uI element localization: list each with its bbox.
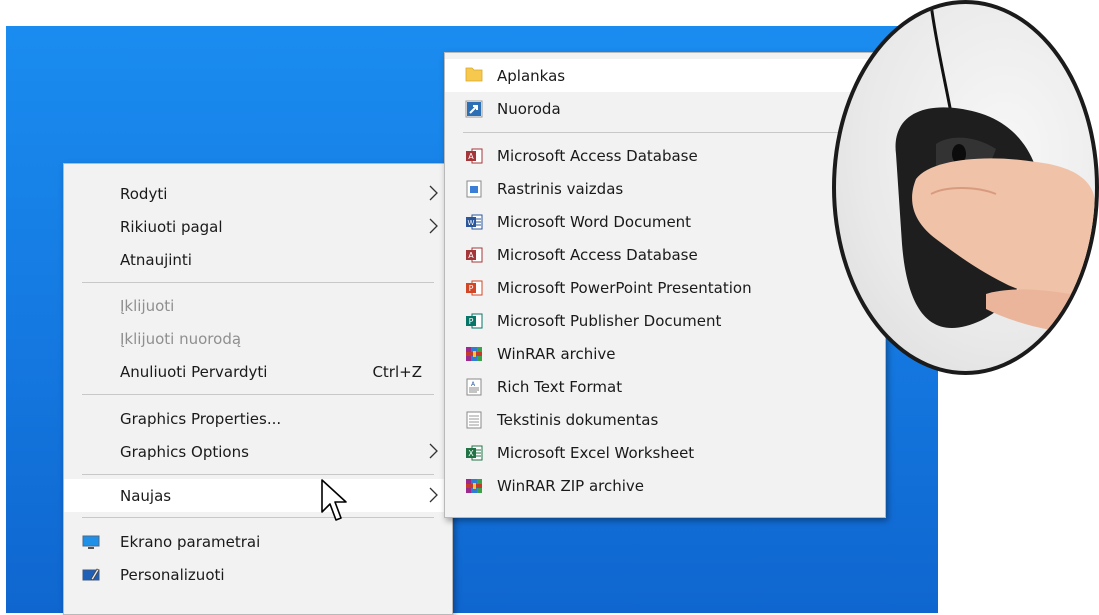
submenu-item-label: WinRAR ZIP archive (497, 477, 645, 495)
menu-item-label: Anuliuoti Pervardyti (120, 363, 268, 381)
menu-item-label: Įklijuoti nuorodą (120, 330, 242, 348)
desktop-context-menu: Rodyti Rikiuoti pagal Atnaujinti Įklijuo… (63, 163, 453, 615)
submenu-item-label: WinRAR archive (497, 345, 616, 363)
submenu-item-label: Rastrinis vaizdas (497, 180, 624, 198)
svg-text:P: P (469, 284, 474, 293)
rtf-icon: A (466, 378, 482, 396)
chevron-right-icon (429, 218, 438, 234)
submenu-item-label: Microsoft Access Database (497, 246, 698, 264)
submenu-item-access-database-2[interactable]: A Microsoft Access Database (445, 238, 885, 271)
menu-item-label: Atnaujinti (120, 251, 192, 269)
menu-item-iklijuoti-nuoroda: Įklijuoti nuorodą (64, 322, 452, 355)
mouse-cursor-icon (321, 479, 347, 521)
hand-on-mouse-photo (832, 0, 1099, 375)
submenu-item-label: Microsoft Publisher Document (497, 312, 722, 330)
word-icon: W (466, 214, 483, 230)
new-submenu: Aplankas Nuoroda A Microsoft Access Data… (444, 52, 886, 518)
submenu-item-label: Rich Text Format (497, 378, 623, 396)
submenu-item-label: Aplankas (497, 67, 566, 85)
menu-item-label: Graphics Properties... (120, 410, 282, 428)
menu-item-ekrano-parametrai[interactable]: Ekrano parametrai (64, 525, 452, 558)
submenu-item-access-database[interactable]: A Microsoft Access Database (445, 139, 885, 172)
hand-mouse-illustration (895, 4, 1095, 334)
submenu-item-excel-worksheet[interactable]: X Microsoft Excel Worksheet (445, 436, 885, 469)
menu-separator (82, 282, 434, 283)
menu-item-graphics-properties[interactable]: Graphics Properties... (64, 402, 452, 435)
submenu-item-winrar-archive[interactable]: WinRAR archive (445, 337, 885, 370)
winrar-icon (466, 347, 482, 361)
publisher-icon: P (466, 313, 483, 329)
display-icon (82, 535, 100, 549)
menu-separator (82, 474, 434, 475)
menu-item-naujas[interactable]: Naujas (64, 479, 452, 512)
shortcut-icon (465, 100, 483, 118)
menu-item-graphics-options[interactable]: Graphics Options (64, 435, 452, 468)
submenu-item-tekstinis-dokumentas[interactable]: Tekstinis dokumentas (445, 403, 885, 436)
svg-text:A: A (468, 251, 474, 260)
menu-item-shortcut: Ctrl+Z (372, 363, 422, 381)
menu-item-label: Rodyti (120, 185, 168, 203)
submenu-item-label: Microsoft PowerPoint Presentation (497, 279, 752, 297)
svg-text:X: X (468, 449, 474, 458)
submenu-item-word-document[interactable]: W Microsoft Word Document (445, 205, 885, 238)
menu-item-personalizuoti[interactable]: Personalizuoti (64, 558, 452, 591)
submenu-item-aplankas[interactable]: Aplankas (445, 59, 885, 92)
folder-icon (465, 67, 483, 82)
submenu-item-label: Microsoft Excel Worksheet (497, 444, 695, 462)
svg-text:W: W (468, 219, 475, 227)
menu-item-atnaujinti[interactable]: Atnaujinti (64, 243, 452, 276)
menu-item-label: Graphics Options (120, 443, 249, 461)
submenu-item-publisher-document[interactable]: P Microsoft Publisher Document (445, 304, 885, 337)
winrar-zip-icon (466, 479, 482, 493)
access-icon: A (466, 247, 483, 263)
menu-item-rikiuoti-pagal[interactable]: Rikiuoti pagal (64, 210, 452, 243)
menu-item-label: Įklijuoti (120, 297, 175, 315)
submenu-item-rich-text-format[interactable]: A Rich Text Format (445, 370, 885, 403)
submenu-item-label: Nuoroda (497, 100, 561, 118)
svg-text:P: P (469, 317, 474, 326)
submenu-item-label: Microsoft Word Document (497, 213, 692, 231)
menu-item-label: Naujas (120, 487, 172, 505)
submenu-item-label: Microsoft Access Database (497, 147, 698, 165)
menu-separator (82, 394, 434, 395)
menu-item-rodyti[interactable]: Rodyti (64, 177, 452, 210)
submenu-item-rastrinis-vaizdas[interactable]: Rastrinis vaizdas (445, 172, 885, 205)
access-icon: A (466, 148, 483, 164)
powerpoint-icon: P (466, 280, 483, 296)
personalize-icon (82, 568, 100, 581)
submenu-item-powerpoint-presentation[interactable]: P Microsoft PowerPoint Presentation (445, 271, 885, 304)
menu-item-label: Personalizuoti (120, 566, 225, 584)
submenu-separator (463, 132, 867, 133)
chevron-right-icon (429, 487, 438, 503)
menu-item-label: Rikiuoti pagal (120, 218, 223, 236)
menu-item-iklijuoti: Įklijuoti (64, 289, 452, 322)
submenu-item-winrar-zip-archive[interactable]: WinRAR ZIP archive (445, 469, 885, 502)
text-document-icon (466, 411, 482, 429)
submenu-item-label: Tekstinis dokumentas (497, 411, 659, 429)
svg-text:A: A (468, 152, 474, 161)
chevron-right-icon (429, 185, 438, 201)
menu-separator (82, 517, 434, 518)
menu-item-label: Ekrano parametrai (120, 533, 261, 551)
chevron-right-icon (429, 443, 438, 459)
submenu-item-nuoroda[interactable]: Nuoroda (445, 92, 885, 125)
excel-icon: X (466, 445, 483, 461)
bitmap-icon (466, 180, 482, 198)
menu-item-anuliuoti-pervardyti[interactable]: Anuliuoti Pervardyti Ctrl+Z (64, 355, 452, 388)
